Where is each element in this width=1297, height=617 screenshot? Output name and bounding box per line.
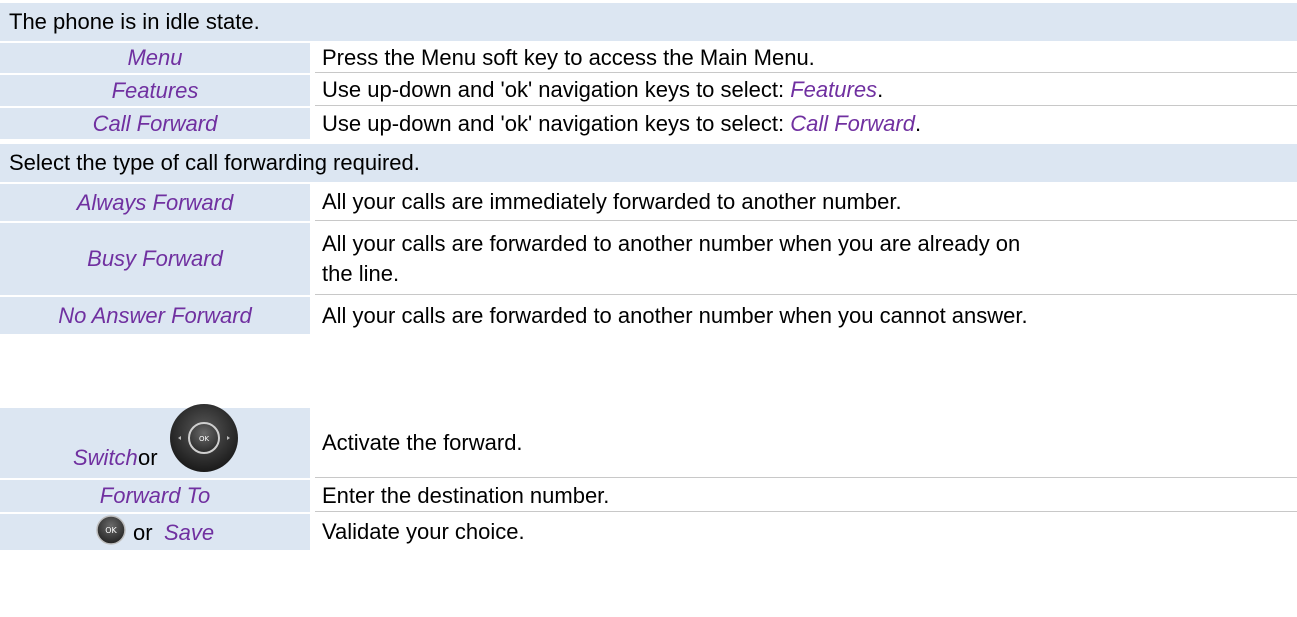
row-description: Validate your choice. <box>322 519 525 544</box>
row-description: Use up-down and 'ok' navigation keys to … <box>315 75 1297 106</box>
key-save: OK or Save <box>0 514 310 550</box>
row-description: Enter the destination number. <box>315 480 1297 512</box>
row-description: Use up-down and 'ok' navigation keys to … <box>315 108 1297 139</box>
desc-highlight: Call Forward <box>790 110 915 136</box>
or-connector: or <box>138 445 158 470</box>
table-row: Always Forward All your calls are immedi… <box>0 184 1297 221</box>
key-forward-to: Forward To <box>0 480 310 512</box>
table-row: Features Use up-down and 'ok' navigation… <box>0 75 1297 106</box>
save-label: Save <box>164 520 215 545</box>
row-description: Activate the forward. <box>315 408 1297 478</box>
key-switch: Switch or OK <box>0 404 310 478</box>
row-description: All your calls are forwarded to another … <box>315 223 1297 295</box>
desc-suffix: . <box>914 110 922 136</box>
navigation-pad-ok-icon: OK <box>168 402 240 474</box>
table-row: Busy Forward All your calls are forwarde… <box>0 223 1297 295</box>
desc-line-1: All your calls are forwarded to another … <box>322 230 1021 256</box>
section2-header-text: Select the type of call forwarding requi… <box>9 150 420 175</box>
key-busy-forward: Busy Forward <box>0 223 310 295</box>
row-description: All your calls are immediately forwarded… <box>315 184 1297 221</box>
section2-header: Select the type of call forwarding requi… <box>0 144 1297 182</box>
key-menu: Menu <box>0 43 310 73</box>
switch-label: Switch <box>73 445 138 470</box>
svg-text:OK: OK <box>199 435 210 443</box>
table-row: Switch or OK Activate the forward. <box>0 404 1297 478</box>
ok-button-icon: OK <box>95 514 127 546</box>
or-connector: or <box>133 520 153 545</box>
key-call-forward: Call Forward <box>0 108 310 139</box>
table-row: No Answer Forward All your calls are for… <box>0 297 1297 334</box>
desc-line-2: the line. <box>322 260 400 286</box>
table-row: Call Forward Use up-down and 'ok' naviga… <box>0 108 1297 139</box>
row-description: All your calls are forwarded to another … <box>322 302 1028 328</box>
desc-prefix: Use up-down and 'ok' navigation keys to … <box>322 77 785 102</box>
table-row: OK or Save Validate your choice. <box>0 514 1297 550</box>
table-row: Forward To Enter the destination number. <box>0 480 1297 512</box>
table-row: Menu Press the Menu soft key to access t… <box>0 43 1297 73</box>
ok-icon-label: OK <box>105 526 117 535</box>
section1-header-text: The phone is in idle state. <box>9 9 260 34</box>
desc-prefix: Use up-down and 'ok' navigation keys to … <box>322 110 785 136</box>
key-always-forward: Always Forward <box>0 184 310 221</box>
section1-header: The phone is in idle state. <box>0 3 1297 41</box>
key-no-answer-forward: No Answer Forward <box>0 297 310 334</box>
key-features: Features <box>0 75 310 106</box>
desc-suffix: . <box>877 77 884 102</box>
desc-highlight: Features <box>790 77 878 102</box>
row-description: Press the Menu soft key to access the Ma… <box>315 43 1297 73</box>
